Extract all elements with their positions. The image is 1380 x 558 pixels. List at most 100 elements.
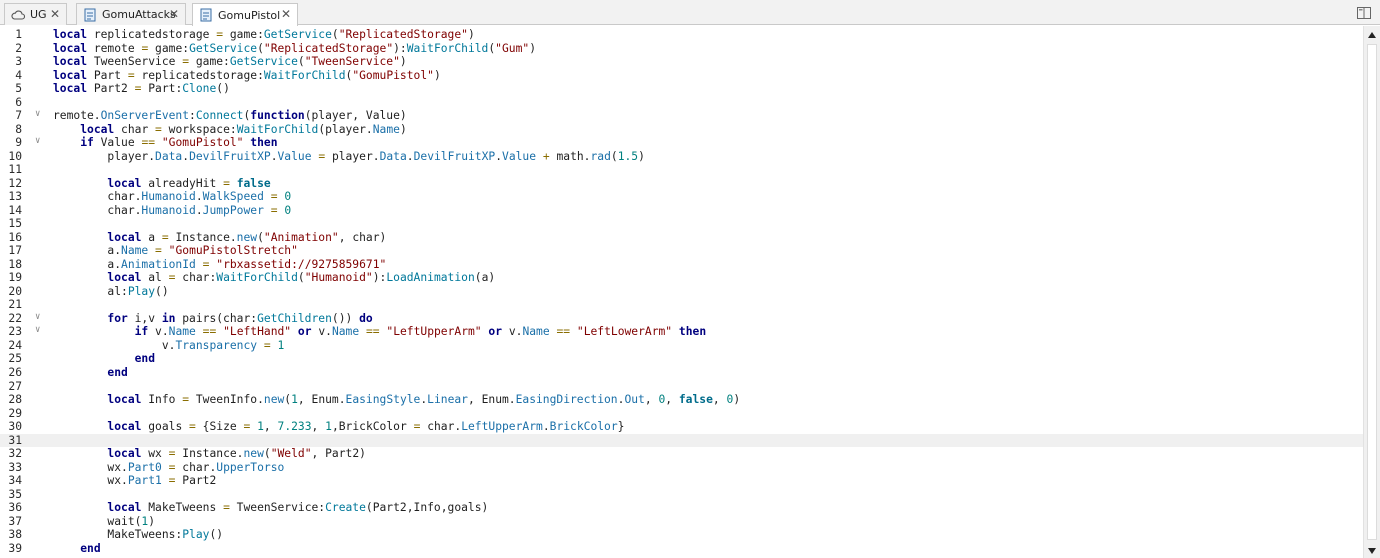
code-line[interactable]: 29 [0,407,1363,421]
fold-chevron-icon[interactable]: ∨ [35,324,40,338]
code-text: player.Data.DevilFruitXP.Value = player.… [53,149,645,163]
code-line[interactable]: 7 ∨ remote.OnServerEvent:Connect(function(… [0,109,1363,123]
code-line[interactable]: 22 ∨ for i,v in pairs(char:GetChildren())… [0,312,1363,326]
line-number: 2 [15,41,22,55]
code-text: if v.Name == "LeftHand" or v.Name == "Le… [134,325,707,339]
close-icon[interactable]: ✕ [50,7,60,21]
line-number: 6 [15,95,22,109]
line-number: 24 [8,338,22,352]
code-line[interactable]: 28 local Info = TweenInfo.new(1, Enum.Ea… [0,393,1363,407]
line-number: 11 [8,163,22,177]
code-text: al:Play() [53,284,169,298]
line-number: 14 [8,203,22,217]
code-line[interactable]: 25 end [0,352,1363,366]
code-text: local remote = game:GetService("Replicat… [53,41,536,55]
line-number: 37 [8,514,22,528]
code-text: local goals = {Size = 1, 7.233, 1,BrickC… [107,420,625,434]
code-line[interactable]: 9 ∨ if Value == "GomuPistol" then [0,136,1363,150]
scroll-down-icon[interactable] [1368,548,1376,554]
line-number: 5 [15,82,22,96]
code-text: end [80,541,101,555]
code-line[interactable]: 24 v.Transparency = 1 [0,339,1363,353]
code-line[interactable]: 20 al:Play() [0,285,1363,299]
code-text: wx.Part1 = Part2 [53,474,217,488]
code-line[interactable]: 18 a.AnimationId = "rbxassetid://9275859… [0,258,1363,272]
code-text: char.Humanoid.JumpPower = 0 [53,203,292,217]
code-line[interactable]: 27 [0,380,1363,394]
code-text: local MakeTweens = TweenService:Create(P… [107,501,489,515]
code-line[interactable]: 5 local Part2 = Part:Clone() [0,82,1363,96]
tab-label: UG [30,8,47,21]
code-text: if Value == "GomuPistol" then [80,136,278,150]
line-number: 10 [8,149,22,163]
code-line[interactable]: 15 [0,217,1363,231]
code-text: end [134,352,156,366]
line-number: 39 [8,541,22,555]
code-line[interactable]: 31 [0,433,1363,448]
line-number: 17 [8,244,22,258]
code-line[interactable]: 19 local al = char:WaitForChild("Humanoi… [0,271,1363,285]
tab-gomupistol[interactable]: GomuPistol ✕ [192,3,298,26]
code-line[interactable]: 36 local MakeTweens = TweenService:Creat… [0,501,1363,515]
code-text: MakeTweens:Play() [53,528,224,542]
code-text: wait(1) [53,514,156,528]
line-number: 38 [8,528,22,542]
code-text: local TweenService = game:GetService("Tw… [53,55,407,69]
code-text: wx.Part0 = char.UpperTorso [53,460,285,474]
fold-chevron-icon[interactable]: ∨ [35,311,40,325]
code-line[interactable]: 35 [0,488,1363,502]
code-line[interactable]: 23 ∨ if v.Name == "LeftHand" or v.Name ==… [0,325,1363,339]
code-line[interactable]: 16 local a = Instance.new("Animation", c… [0,231,1363,245]
code-line[interactable]: 17 a.Name = "GomuPistolStretch" [0,244,1363,258]
code-line[interactable]: 38 MakeTweens:Play() [0,528,1363,542]
code-line[interactable]: 2 local remote = game:GetService("Replica… [0,42,1363,56]
code-line[interactable]: 21 [0,298,1363,312]
code-line[interactable]: 13 char.Humanoid.WalkSpeed = 0 [0,190,1363,204]
code-line[interactable]: 3 local TweenService = game:GetService("T… [0,55,1363,69]
code-line[interactable]: 26 end [0,366,1363,380]
line-number: 20 [8,284,22,298]
code-line[interactable]: 32 local wx = Instance.new("Weld", Part2… [0,447,1363,461]
code-text: local a = Instance.new("Animation", char… [107,230,387,244]
code-line[interactable]: 39 end [0,542,1363,556]
line-number: 36 [8,501,22,515]
scroll-thumb[interactable] [1367,44,1377,540]
line-number: 25 [8,352,22,366]
line-number: 21 [8,298,22,312]
tab-ug[interactable]: UG ✕ [4,3,67,25]
fold-chevron-icon[interactable]: ∨ [35,108,40,122]
code-line[interactable]: 11 [0,163,1363,177]
code-line[interactable]: 4 local Part = replicatedstorage:WaitForC… [0,69,1363,83]
line-number: 28 [8,393,22,407]
code-line[interactable]: 30 local goals = {Size = 1, 7.233, 1,Bri… [0,420,1363,434]
tab-gomuattacks[interactable]: GomuAttacks ✕ [76,3,186,25]
code-line[interactable]: 12 local alreadyHit = false [0,177,1363,191]
line-number: 29 [8,406,22,420]
code-line[interactable]: 34 wx.Part1 = Part2 [0,474,1363,488]
split-view-icon[interactable] [1356,5,1372,21]
line-number: 26 [8,366,22,379]
code-text: for i,v in pairs(char:GetChildren()) do [107,311,373,325]
code-line[interactable]: 1 local replicatedstorage = game:GetServi… [0,28,1363,42]
code-text: local wx = Instance.new("Weld", Part2) [107,447,366,461]
code-line[interactable]: 37 wait(1) [0,515,1363,529]
code-text: remote.OnServerEvent:Connect(function(pl… [53,109,407,123]
scroll-up-icon[interactable] [1368,32,1376,38]
line-number: 31 [8,433,22,447]
line-number: 19 [8,271,22,285]
code-line[interactable]: 33 wx.Part0 = char.UpperTorso [0,461,1363,475]
script-editor[interactable]: 1 local replicatedstorage = game:GetServi… [0,26,1363,558]
code-line[interactable]: 8 local char = workspace:WaitForChild(pl… [0,123,1363,137]
line-number: 16 [8,230,22,244]
code-line[interactable]: 10 player.Data.DevilFruitXP.Value = play… [0,150,1363,164]
code-line[interactable]: 6 [0,96,1363,110]
vertical-scrollbar[interactable] [1363,26,1380,558]
close-icon[interactable]: ✕ [281,7,291,21]
code-line[interactable]: 14 char.Humanoid.JumpPower = 0 [0,204,1363,218]
code-text: local Info = TweenInfo.new(1, Enum.Easin… [107,393,741,407]
line-number: 23 [8,325,22,339]
line-number: 27 [8,379,22,393]
tab-label: GomuPistol [218,8,281,22]
fold-chevron-icon[interactable]: ∨ [35,135,40,149]
close-icon[interactable]: ✕ [169,7,179,21]
